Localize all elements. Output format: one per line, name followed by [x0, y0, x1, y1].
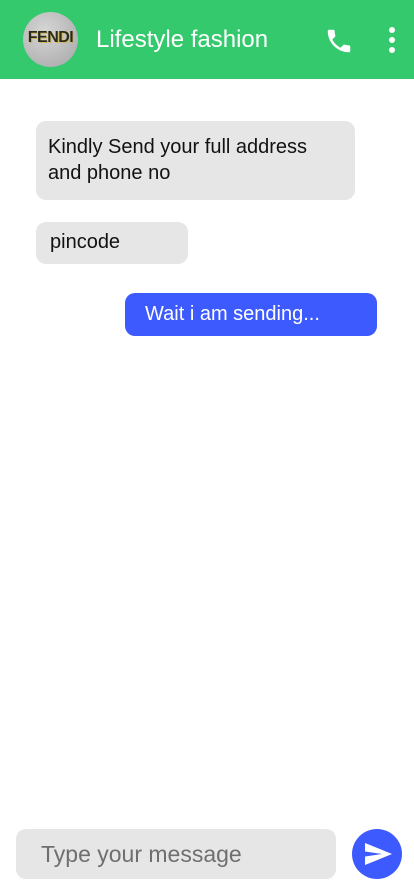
- phone-icon: [327, 29, 351, 53]
- send-icon: [365, 843, 392, 865]
- more-vert-icon: [389, 27, 395, 53]
- chat-title: Lifestyle fashion: [96, 26, 269, 53]
- message-bubble-outgoing[interactable]: Wait i am sending...: [125, 293, 377, 336]
- avatar[interactable]: FENDI: [23, 12, 78, 67]
- message-bubble-incoming[interactable]: pincode: [36, 222, 188, 264]
- chat-header: FENDI Lifestyle fashion: [0, 0, 414, 79]
- avatar-logo-text: FENDI: [27, 29, 74, 46]
- more-options-button[interactable]: [382, 26, 402, 56]
- call-button[interactable]: [324, 26, 354, 56]
- message-bubble-incoming[interactable]: Kindly Send your full address and phone …: [36, 121, 355, 200]
- send-button[interactable]: [352, 829, 402, 879]
- message-input[interactable]: [16, 829, 336, 879]
